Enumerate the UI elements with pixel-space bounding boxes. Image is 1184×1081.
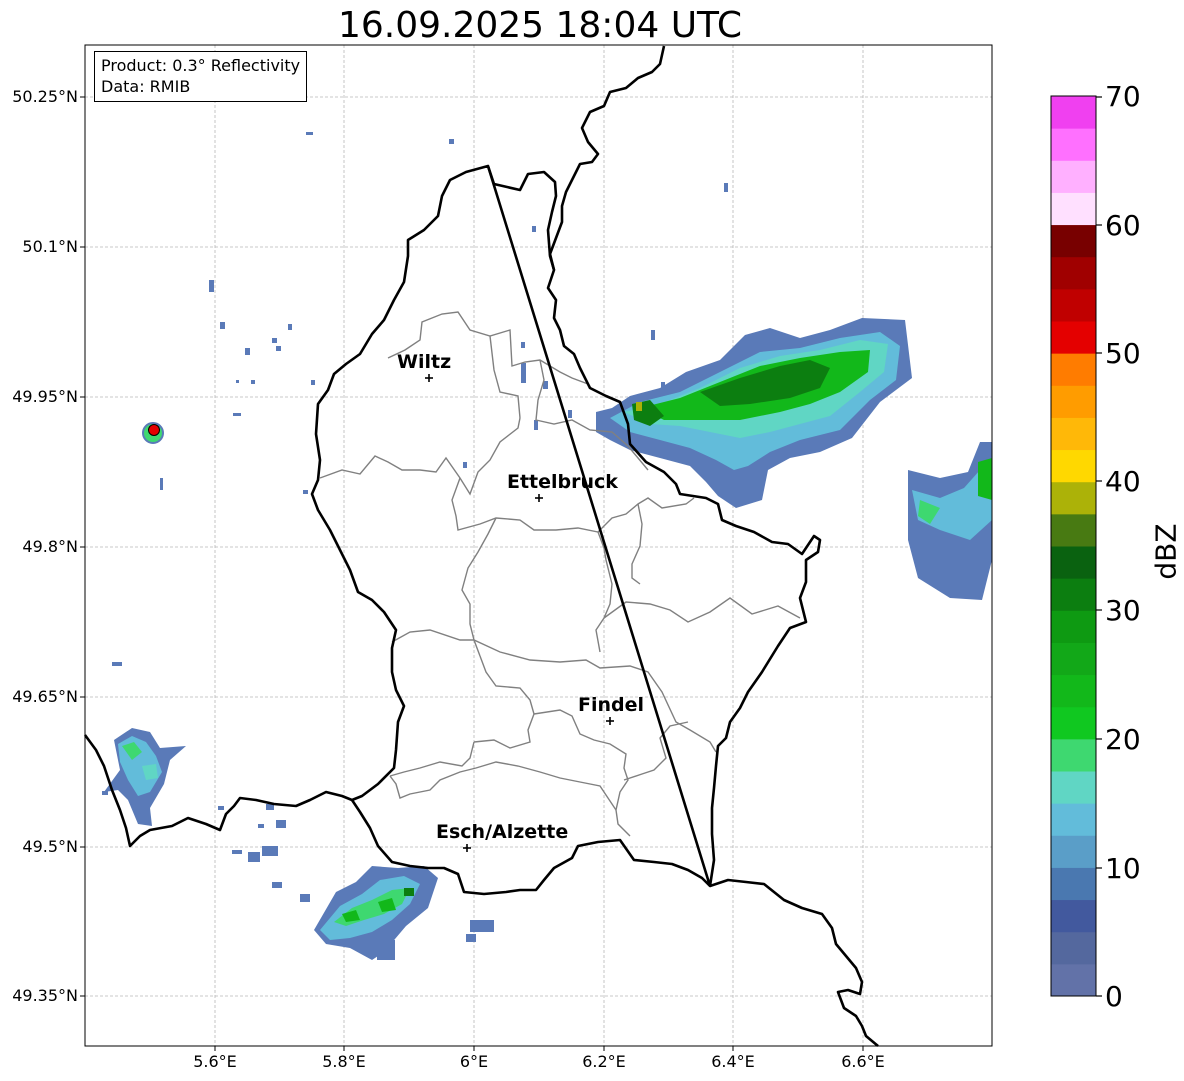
lat-label: 50.25°N <box>12 87 78 106</box>
colorbar-segment <box>1051 481 1096 515</box>
lat-label: 49.95°N <box>12 387 78 406</box>
city-label-esch-alzette: Esch/Alzette <box>436 821 569 843</box>
colorbar-segment <box>1051 738 1096 772</box>
lat-label: 49.8°N <box>22 537 78 556</box>
colorbar-segment <box>1051 642 1096 676</box>
city-label-wiltz: Wiltz <box>397 351 452 373</box>
radar-site-marker <box>142 422 164 444</box>
product-info-box: Product: 0.3° Reflectivity Data: RMIB <box>94 51 308 102</box>
lon-label: 5.6°E <box>193 1052 237 1071</box>
colorbar-segment <box>1051 192 1096 226</box>
city-label-findel: Findel <box>578 694 645 716</box>
lat-label: 49.5°N <box>22 837 78 856</box>
colorbar-tick-label: 60 <box>1105 209 1141 242</box>
colorbar-segment <box>1051 321 1096 354</box>
colorbar-segment <box>1051 513 1096 547</box>
lon-label: 6°E <box>459 1052 489 1071</box>
colorbar-segment <box>1051 706 1096 740</box>
radar-map[interactable] <box>0 0 1184 1081</box>
colorbar-segment <box>1051 931 1096 965</box>
colorbar-segment <box>1051 771 1096 804</box>
colorbar-segment <box>1051 96 1096 129</box>
colorbar-segment <box>1051 128 1096 161</box>
colorbar-tick-label: 20 <box>1105 723 1141 756</box>
colorbar-segment <box>1051 353 1096 386</box>
colorbar-tick-label: 70 <box>1105 80 1141 113</box>
colorbar-segment <box>1051 417 1096 451</box>
colorbar-segment <box>1051 578 1096 611</box>
colorbar <box>1050 95 1097 997</box>
lat-label: 49.35°N <box>12 986 78 1005</box>
colorbar-segment <box>1051 385 1096 418</box>
colorbar-segment <box>1051 546 1096 579</box>
data-source-label: Data: RMIB <box>101 77 191 96</box>
colorbar-segment <box>1051 256 1096 290</box>
colorbar-unit-label: dBZ <box>1149 523 1183 580</box>
lat-label: 50.1°N <box>22 237 78 256</box>
colorbar-segment <box>1051 835 1096 868</box>
colorbar-ticks <box>1096 96 1102 997</box>
lon-label: 5.8°E <box>322 1052 366 1071</box>
lon-label: 6.2°E <box>582 1052 626 1071</box>
colorbar-tick-label: 40 <box>1105 465 1141 498</box>
colorbar-segment <box>1051 449 1096 483</box>
colorbar-segment <box>1051 803 1096 836</box>
city-label-ettelbruck: Ettelbruck <box>507 471 618 493</box>
colorbar-segment <box>1051 224 1096 258</box>
colorbar-tick-label: 50 <box>1105 337 1141 370</box>
lat-label: 49.65°N <box>12 687 78 706</box>
lon-label: 6.6°E <box>841 1052 885 1071</box>
colorbar-tick-label: 10 <box>1105 852 1141 885</box>
colorbar-tick-label: 0 <box>1105 980 1123 1013</box>
colorbar-tick-label: 30 <box>1105 594 1141 627</box>
colorbar-segment <box>1051 867 1096 901</box>
colorbar-segment <box>1051 288 1096 322</box>
colorbar-segment <box>1051 963 1096 997</box>
colorbar-segment <box>1051 160 1096 193</box>
colorbar-segment <box>1051 674 1096 708</box>
lon-label: 6.4°E <box>711 1052 755 1071</box>
product-label: Product: 0.3° Reflectivity <box>101 56 301 75</box>
colorbar-segment <box>1051 610 1096 643</box>
colorbar-segment <box>1051 899 1096 933</box>
